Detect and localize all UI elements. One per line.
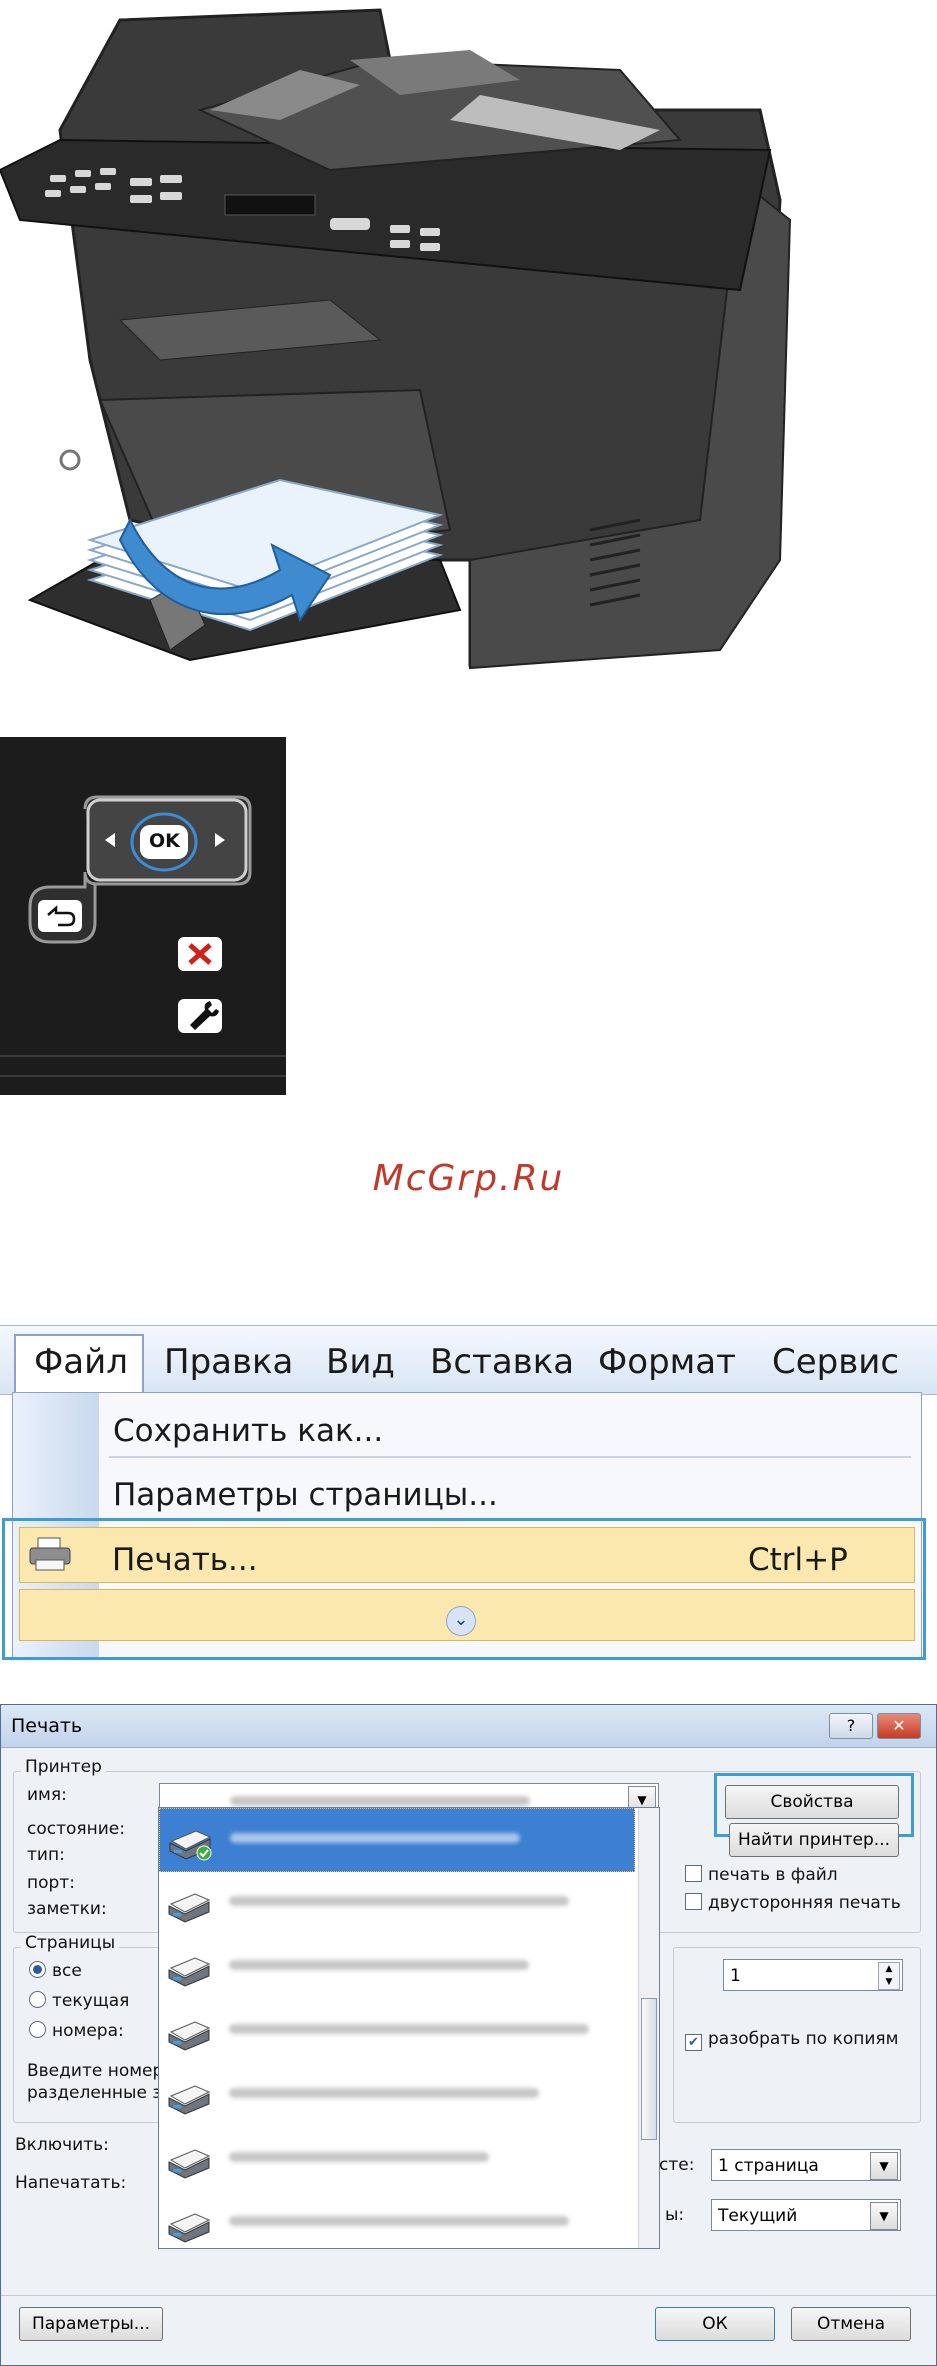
include-label: Включить: [15, 2135, 109, 2155]
control-panel-closeup: OK [0, 737, 286, 1095]
scale-label: ы: [665, 2205, 685, 2225]
printer-list-item[interactable] [159, 1872, 635, 1936]
radio-all[interactable]: все [29, 1961, 82, 1981]
properties-button[interactable]: Свойства [725, 1785, 899, 1819]
menu-item-print-label: Печать... [112, 1542, 258, 1578]
chevron-down-icon[interactable]: ▼ [870, 2202, 898, 2230]
help-button[interactable]: ? [829, 1713, 873, 1739]
printer-icon [168, 2085, 211, 2115]
printer-icon [168, 2021, 211, 2051]
dialog-title: Печать [11, 1715, 83, 1737]
notes-label: заметки: [27, 1899, 107, 1919]
printer-list-item[interactable] [159, 2000, 635, 2064]
scale-select[interactable]: Текущий ▼ [711, 2199, 901, 2231]
watermark: McGrp.Ru [372, 1158, 565, 1199]
printer-list[interactable] [158, 1807, 660, 2249]
printer-icon [168, 2149, 211, 2179]
options-button[interactable]: Параметры... [19, 2307, 163, 2341]
pages-per-sheet-label: сте: [659, 2155, 695, 2175]
menu-file[interactable]: Файл [34, 1342, 128, 1382]
menu-tools[interactable]: Сервис [772, 1342, 899, 1382]
pages-hint-line1: Введите номер [27, 2061, 164, 2081]
printer-icon [168, 2213, 211, 2243]
duplex-checkbox[interactable]: двусторонняя печать [685, 1893, 901, 1913]
control-panel-buttons [28, 795, 252, 1033]
printer-list-item[interactable] [159, 2192, 635, 2248]
pages-per-sheet-select[interactable]: 1 страница ▼ [711, 2149, 901, 2181]
ok-key-label: OK [149, 830, 180, 852]
copies-input[interactable]: 1 ▲ ▼ [723, 1959, 903, 1991]
pages-group-title: Страницы [21, 1933, 120, 1953]
print-what-label: Напечатать: [15, 2173, 127, 2193]
printer-icon [168, 1893, 211, 1923]
type-label: тип: [27, 1845, 65, 1865]
menu-edit[interactable]: Правка [164, 1342, 293, 1382]
printer-list-item[interactable] [159, 2128, 635, 2192]
name-label: имя: [27, 1785, 67, 1805]
dialog-titlebar: Печать ? ✕ [1, 1705, 936, 1748]
menu-item-save-as[interactable]: Сохранить как... [113, 1413, 383, 1449]
printer-illustration [0, 8, 792, 670]
printer-group-title: Принтер [21, 1757, 106, 1777]
status-label: состояние: [27, 1819, 125, 1839]
menu-item-print-shortcut: Ctrl+P [748, 1542, 848, 1578]
chevron-down-icon[interactable]: ⌄ [446, 1606, 476, 1636]
cancel-button[interactable]: Отмена [791, 2307, 911, 2341]
radio-numbers[interactable]: номера: [29, 2021, 124, 2041]
printer-list-item[interactable] [159, 1936, 635, 2000]
radio-current[interactable]: текущая [29, 1991, 129, 2011]
printer-icon [168, 1957, 211, 1987]
port-label: порт: [27, 1873, 75, 1893]
printer-list-scrollbar[interactable] [638, 1808, 659, 2248]
ok-button[interactable]: ОК [655, 2307, 775, 2341]
menu-view[interactable]: Вид [326, 1342, 395, 1382]
copies-spinner[interactable]: ▲ ▼ [878, 1962, 900, 1990]
menu-format[interactable]: Формат [598, 1342, 736, 1382]
menu-bar: Файл Правка Вид Вставка Формат Сервис [0, 1325, 937, 1406]
print-highlight-frame [2, 1518, 926, 1660]
chevron-down-icon[interactable]: ▼ [870, 2152, 898, 2180]
menu-item-page-setup[interactable]: Параметры страницы... [113, 1477, 498, 1513]
printer-icon [169, 1830, 212, 1861]
pages-hint-line2: разделенные з [27, 2083, 162, 2103]
close-button[interactable]: ✕ [877, 1713, 921, 1739]
menu-insert[interactable]: Вставка [430, 1342, 574, 1382]
printer-icon [29, 1537, 71, 1571]
find-printer-button[interactable]: Найти принтер... [729, 1823, 899, 1857]
print-to-file-checkbox[interactable]: печать в файл [685, 1865, 838, 1885]
printer-list-item[interactable] [159, 1808, 635, 1872]
collate-checkbox[interactable]: ✔ разобрать по копиям [685, 2029, 898, 2051]
printer-list-item[interactable] [159, 2064, 635, 2128]
